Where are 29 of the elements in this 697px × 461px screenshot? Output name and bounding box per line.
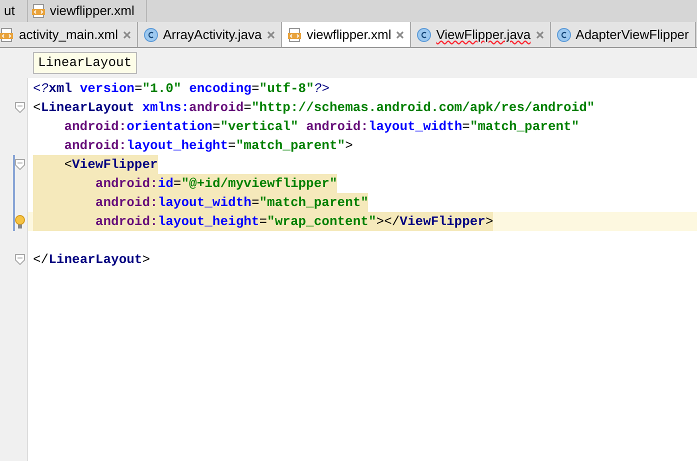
class-icon bbox=[556, 28, 571, 42]
editor-tab[interactable]: viewflipper.xml bbox=[282, 22, 412, 47]
editor-tab[interactable]: activity_main.xml bbox=[0, 22, 138, 47]
code-line: android:layout_height="wrap_content"></ViewFlipper> bbox=[95, 212, 494, 231]
editor-tab[interactable]: ArrayActivity.java bbox=[138, 22, 282, 47]
close-icon[interactable] bbox=[536, 30, 544, 38]
fold-icon[interactable] bbox=[15, 254, 25, 265]
code-line: android:id="@+id/myviewflipper" bbox=[95, 174, 338, 193]
xml-file-icon bbox=[0, 28, 14, 42]
code-line: <?xml version="1.0" encoding="utf-8"?> bbox=[33, 80, 330, 98]
code-line: <LinearLayout xmlns:android="http://schemas.android.com/apk/res/android" bbox=[33, 98, 595, 117]
code-line: <ViewFlipper bbox=[64, 156, 158, 174]
close-icon[interactable] bbox=[396, 30, 404, 38]
code-line: </LinearLayout> bbox=[33, 250, 150, 269]
class-icon bbox=[417, 28, 432, 42]
tooltip: LinearLayout bbox=[33, 52, 137, 74]
lightbulb-icon[interactable] bbox=[15, 214, 25, 228]
xml-file-icon bbox=[288, 28, 302, 42]
fold-icon[interactable] bbox=[15, 159, 25, 170]
class-icon bbox=[144, 28, 158, 42]
fold-icon[interactable] bbox=[15, 102, 25, 113]
xml-file-icon bbox=[32, 4, 46, 18]
code-line: android:orientation="vertical" android:layout_width="match_parent" bbox=[64, 118, 580, 136]
code-line: android:layout_width="match_parent" bbox=[95, 194, 368, 212]
code-line: android:layout_height="match_parent"> bbox=[64, 136, 353, 155]
editor-tab[interactable]: ViewFlipper.java bbox=[411, 22, 551, 47]
editor-tab[interactable]: AdapterViewFlipper bbox=[550, 22, 696, 47]
close-icon[interactable] bbox=[266, 30, 275, 38]
close-icon[interactable] bbox=[122, 30, 131, 38]
